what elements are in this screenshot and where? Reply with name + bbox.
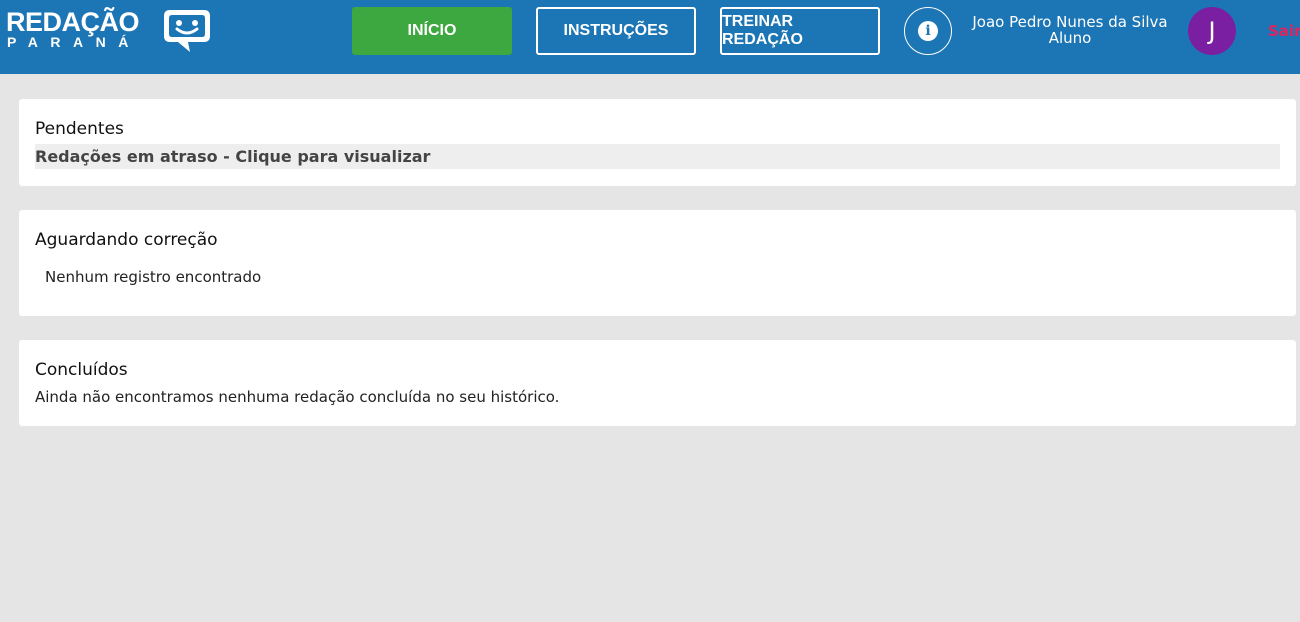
info-icon: i [918,21,938,41]
concluidos-title: Concluídos [35,360,128,380]
late-essays-link[interactable]: Redações em atraso - Clique para visuali… [35,144,1280,169]
redacao-parana-logo[interactable]: REDAÇÃO PARANÁ [6,6,211,52]
top-navbar: REDAÇÃO PARANÁ INÍCIO INSTRUÇÕES TREINAR… [0,0,1300,74]
info-button[interactable]: i [904,7,952,55]
speech-bubble-face-icon [164,10,210,52]
concluidos-card: Concluídos Ainda não encontramos nenhuma… [19,340,1296,426]
aguardando-title: Aguardando correção [35,230,218,250]
logo-subtitle: PARANÁ [7,34,141,50]
logout-link[interactable]: Sair [1268,22,1300,40]
pendentes-card: Pendentes Redações em atraso - Clique pa… [19,99,1296,186]
nav-instrucoes-button[interactable]: INSTRUÇÕES [536,7,696,55]
user-role: Aluno [1048,29,1092,47]
nav-treinar-redacao-button[interactable]: TREINAR REDAÇÃO [720,7,880,55]
empty-state-message: Nenhum registro encontrado [45,268,262,286]
logo-title: REDAÇÃO [6,7,140,37]
avatar[interactable]: J [1188,7,1236,55]
nav-inicio-button[interactable]: INÍCIO [352,7,512,55]
empty-state-message: Ainda não encontramos nenhuma redação co… [35,388,560,406]
pendentes-title: Pendentes [35,119,124,139]
aguardando-correcao-card: Aguardando correção Nenhum registro enco… [19,210,1296,316]
